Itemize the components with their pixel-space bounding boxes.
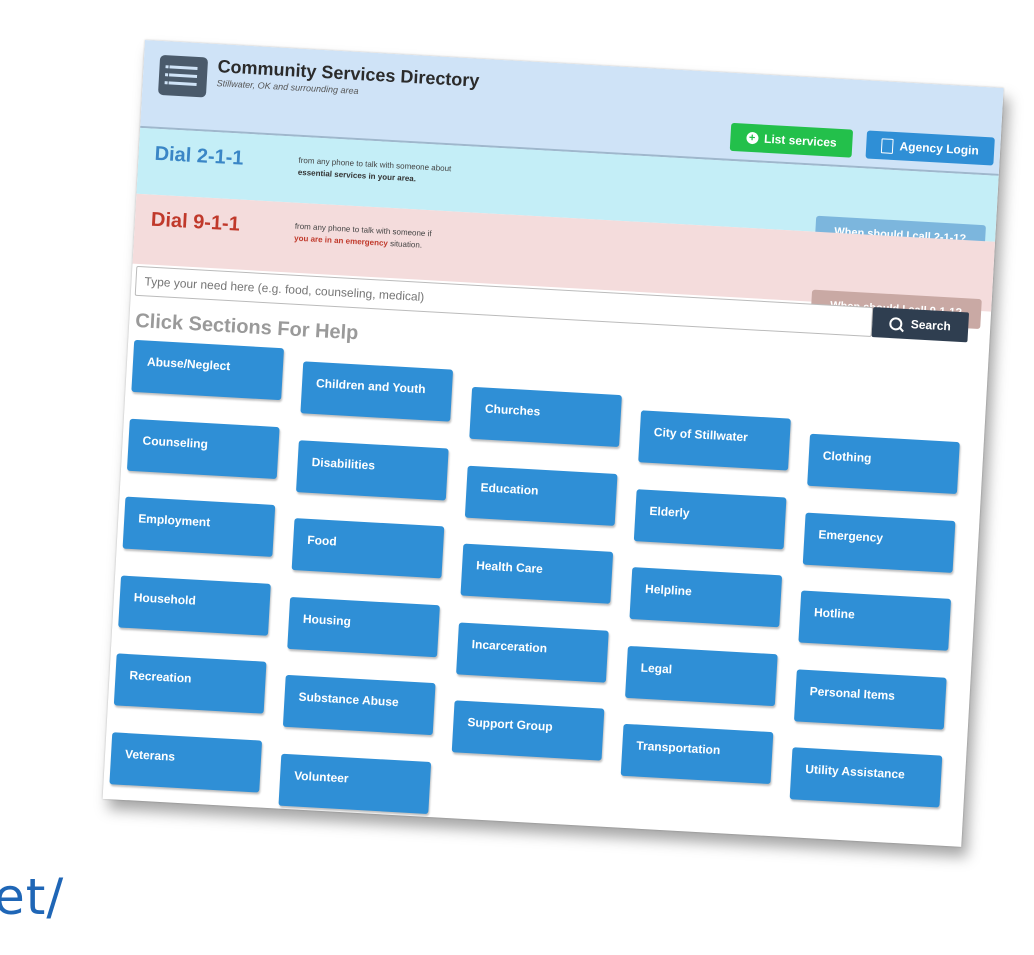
category-button[interactable]: Health Care <box>460 543 614 604</box>
category-button[interactable]: Elderly <box>633 488 787 549</box>
search-icon <box>889 316 904 331</box>
category-button[interactable]: Transportation <box>620 723 774 785</box>
dial-911-title: Dial 9-1-1 <box>150 208 241 236</box>
category-button[interactable]: Substance Abuse <box>282 674 436 736</box>
dial-911-text: from any phone to talk with someone if y… <box>294 221 535 258</box>
agency-login-label: Agency Login <box>899 139 980 158</box>
category-button[interactable]: Abuse/Neglect <box>131 339 285 401</box>
category-button[interactable]: Hotline <box>798 590 952 651</box>
agency-login-button[interactable]: Agency Login <box>865 130 995 166</box>
category-button[interactable]: Housing <box>287 596 440 657</box>
dial-211-text: from any phone to talk with someone abou… <box>297 155 538 192</box>
category-button[interactable]: City of Stillwater <box>638 410 791 471</box>
category-button[interactable]: Clothing <box>807 433 960 495</box>
category-button[interactable]: Support Group <box>451 700 605 761</box>
category-button[interactable]: Veterans <box>109 731 263 793</box>
plus-circle-icon: + <box>745 131 759 145</box>
category-button[interactable]: Household <box>118 574 271 636</box>
category-button[interactable]: Incarceration <box>456 621 609 683</box>
search-button-label: Search <box>910 317 952 334</box>
dial-211-title: Dial 2-1-1 <box>154 142 245 170</box>
app-window: Community Services Directory Stillwater,… <box>102 40 1004 847</box>
category-button[interactable]: Employment <box>122 496 276 557</box>
category-button[interactable]: Food <box>291 518 445 579</box>
category-button[interactable]: Emergency <box>802 512 956 573</box>
sections-heading: Click Sections For Help <box>134 309 359 345</box>
building-icon <box>881 137 894 154</box>
category-grid: Abuse/Neglect Children and Youth Churche… <box>109 339 963 836</box>
category-button[interactable]: Volunteer <box>278 753 432 814</box>
category-button[interactable]: Recreation <box>113 653 267 714</box>
category-button[interactable]: Disabilities <box>296 439 449 501</box>
list-logo-icon <box>157 54 209 98</box>
category-button[interactable]: Utility Assistance <box>789 747 943 808</box>
category-button[interactable]: Personal Items <box>794 668 947 730</box>
dial-911-text-bold: you are in an emergency <box>293 233 389 248</box>
search-button[interactable]: Search <box>871 307 970 343</box>
screenshot-frame: Community Services Directory Stillwater,… <box>102 40 1004 847</box>
category-button[interactable]: Helpline <box>629 567 783 628</box>
dial-911-text-tail: situation. <box>389 239 423 250</box>
list-services-label: List services <box>763 131 838 150</box>
category-button[interactable]: Churches <box>469 386 622 448</box>
category-button[interactable]: Children and Youth <box>300 361 454 422</box>
category-button[interactable]: Counseling <box>126 418 280 479</box>
category-button[interactable]: Education <box>464 465 618 526</box>
category-button[interactable]: Legal <box>625 645 778 706</box>
list-services-button[interactable]: + List services <box>729 122 854 158</box>
url-fragment: et/ <box>0 868 65 926</box>
